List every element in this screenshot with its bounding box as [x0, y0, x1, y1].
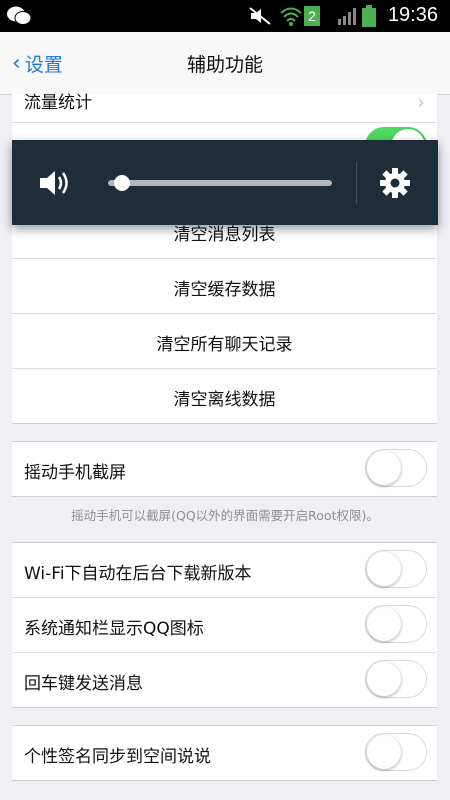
shake-hint-text: 摇动手机可以截屏(QQ以外的界面需要开启Root权限)。 — [71, 508, 379, 523]
wifi-auto-download-toggle[interactable] — [365, 550, 427, 588]
battery-icon — [362, 5, 376, 27]
notification-icon-toggle[interactable] — [365, 605, 427, 643]
clear-data-section: 清空消息列表 清空缓存数据 清空所有聊天记录 清空离线数据 — [12, 203, 437, 424]
list-item-label: Wi-Fi下自动在后台下载新版本 — [24, 564, 252, 584]
volume-slider-track[interactable] — [108, 180, 332, 186]
shake-screenshot-section: 摇动手机截屏 — [12, 441, 437, 497]
volume-overlay — [12, 140, 438, 225]
sim-badge: 2 — [308, 8, 316, 24]
list-item-shake-screenshot: 摇动手机截屏 — [12, 442, 437, 496]
enter-to-send-toggle[interactable] — [365, 660, 427, 698]
divider — [356, 162, 357, 204]
navigation-bar: ‹ 设置 辅助功能 — [0, 32, 450, 95]
status-bar: 2 19:36 — [0, 0, 450, 32]
list-item-label: 个性签名同步到空间说说 — [24, 747, 211, 767]
list-item-notification-icon: 系统通知栏显示QQ图标 — [12, 598, 437, 653]
signature-sync-toggle[interactable] — [365, 733, 427, 771]
speaker-icon[interactable] — [38, 168, 72, 198]
gear-icon[interactable] — [379, 167, 411, 199]
list-item-label: 回车键发送消息 — [24, 674, 143, 694]
toggle-knob — [367, 735, 401, 769]
toggle-knob — [367, 451, 401, 485]
toggle-knob — [367, 552, 401, 586]
list-item-label: 系统通知栏显示QQ图标 — [24, 619, 204, 639]
wifi-icon — [280, 7, 302, 26]
list-item-label: 清空所有聊天记录 — [156, 335, 293, 355]
signature-sync-section: 个性签名同步到空间说说 — [12, 725, 437, 781]
list-item-label: 摇动手机截屏 — [24, 463, 126, 483]
list-item-enter-to-send: 回车键发送消息 — [12, 653, 437, 707]
clear-offline-data-button[interactable]: 清空离线数据 — [12, 369, 437, 423]
general-settings-section: Wi-Fi下自动在后台下载新版本 系统通知栏显示QQ图标 回车键发送消息 — [12, 542, 437, 708]
toggle-knob — [367, 607, 401, 641]
clear-chat-history-button[interactable]: 清空所有聊天记录 — [12, 314, 437, 369]
list-item-label: 流量统计 — [24, 93, 92, 113]
list-item-label: 清空离线数据 — [173, 390, 276, 410]
mute-icon — [249, 7, 271, 25]
page-title: 辅助功能 — [186, 54, 263, 76]
list-item-traffic-stats[interactable]: 流量统计 › — [12, 90, 437, 123]
list-item-signature-sync: 个性签名同步到空间说说 — [12, 726, 437, 780]
chevron-right-icon: › — [417, 90, 425, 114]
volume-slider-thumb[interactable] — [114, 175, 130, 191]
clear-cache-button[interactable]: 清空缓存数据 — [12, 259, 437, 314]
wechat-icon — [7, 6, 32, 25]
list-item-wifi-auto-download: Wi-Fi下自动在后台下载新版本 — [12, 543, 437, 598]
sim-icon: 2 — [304, 6, 320, 26]
list-item-label: 清空缓存数据 — [173, 280, 276, 300]
toggle-knob — [367, 662, 401, 696]
signal-icon — [338, 8, 356, 25]
shake-screenshot-toggle[interactable] — [365, 449, 427, 487]
status-time: 19:36 — [387, 4, 438, 26]
